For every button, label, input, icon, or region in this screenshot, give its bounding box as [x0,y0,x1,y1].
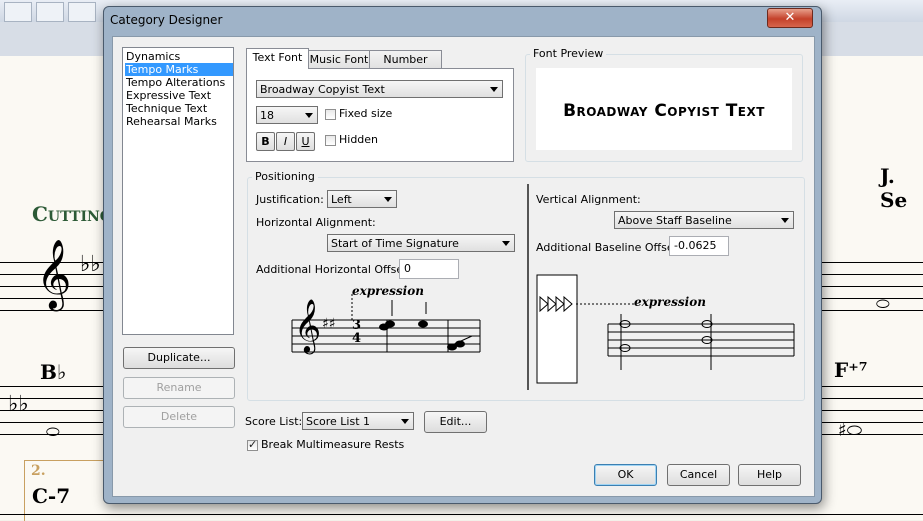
staff-line [822,298,923,299]
expression-example-text: expression [352,284,424,298]
horizontal-alignment-value: Start of Time Signature [331,237,459,250]
chevron-down-icon [401,419,409,424]
score-list-label: Score List: [245,415,303,428]
category-item-tempo-alterations[interactable]: Tempo Alterations [125,76,225,89]
score-composer: J. Se [880,164,908,212]
dialog-titlebar[interactable]: Category Designer ✕ [104,7,821,33]
score-title: Cutting [32,202,112,226]
chord-symbol: F⁺⁷ [834,358,868,382]
time-signature: 3 4 [352,319,361,345]
font-preview-box: Broadway Copyist Text [536,68,792,150]
tab-music-font[interactable]: Music Font [308,50,370,69]
chevron-down-icon [781,218,789,223]
staff-line [822,310,923,311]
chevron-down-icon [490,87,498,92]
category-item-expressive-text[interactable]: Expressive Text [125,89,211,102]
staff-line [822,398,923,399]
category-item-rehearsal-marks[interactable]: Rehearsal Marks [125,115,217,128]
font-name-value: Broadway Copyist Text [260,83,385,96]
hidden-label: Hidden [339,133,379,146]
italic-button[interactable]: I [276,132,295,151]
positioning-label: Positioning [252,170,318,183]
vertical-alignment-value: Above Staff Baseline [618,214,732,227]
duplicate-button[interactable]: Duplicate... [123,347,235,369]
staff-line [822,286,923,287]
ok-button[interactable]: OK [594,464,657,486]
score-list-edit-button[interactable]: Edit... [424,411,487,433]
horizontal-alignment-label: Horizontal Alignment: [256,216,376,229]
dialog-title: Category Designer [110,13,223,27]
vertical-alignment-label: Vertical Alignment: [536,193,641,206]
vertical-example-staff [536,274,795,384]
treble-clef-icon: 𝄞 [36,239,72,309]
rename-button[interactable]: Rename [123,377,235,399]
horizontal-alignment-select[interactable]: Start of Time Signature [327,234,515,252]
vertical-alignment-select[interactable]: Above Staff Baseline [614,211,794,229]
whole-note-icon: ⬭ [46,422,60,441]
positioning-group: Positioning Justification: Left Horizont… [247,170,805,401]
horizontal-offset-input[interactable]: 0 [399,259,459,279]
tab-text-font[interactable]: Text Font [246,48,309,69]
staff-line [0,386,103,387]
text-font-pane: Broadway Copyist Text 18 Fixed size B I … [246,68,514,162]
scissors-icon[interactable] [36,2,64,22]
staff-line [822,274,923,275]
fixed-size-checkbox[interactable] [325,109,336,120]
font-size-value: 18 [260,109,274,122]
flat-icon: ♭♭ [80,252,101,277]
category-designer-dialog: Category Designer ✕ Dynamics Tempo Marks… [103,6,822,504]
baseline-offset-label: Additional Baseline Offset: [536,241,682,254]
rehearsal-number: 2. [31,463,46,479]
time-signature-bottom: 4 [352,331,362,346]
break-multimeasure-rests-label: Break Multimeasure Rests [261,438,405,451]
category-item-technique-text[interactable]: Technique Text [125,102,207,115]
category-item-tempo-marks[interactable]: Tempo Marks [125,63,233,76]
cancel-button[interactable]: Cancel [667,464,730,486]
font-preview-text: Broadway Copyist Text [563,101,765,121]
break-multimeasure-rests-checkbox[interactable] [247,438,258,451]
sharp-icon: ♯♯ [322,316,336,332]
chord-symbol: B♭ [40,360,67,384]
flat-icon: ♭♭ [8,392,29,417]
staff-line [822,386,923,387]
font-name-select[interactable]: Broadway Copyist Text [256,80,503,98]
justification-label: Justification: [256,193,324,206]
bold-button[interactable]: B [256,132,275,151]
staff-line [822,410,923,411]
score-list-select[interactable]: Score List 1 [302,412,414,430]
horizontal-offset-label: Additional Horizontal Offset: [256,263,412,276]
chevron-down-icon [502,241,510,246]
whole-note-icon: ⬭ [876,294,890,313]
tab-number-font[interactable]: Number Font [369,50,442,84]
sharp-note-icon: ♯⬭ [838,420,863,441]
expression-example-text-right: expression [634,295,706,309]
close-button[interactable]: ✕ [767,8,813,28]
font-tabs: Text Font Music Font Number Font Broadwa… [246,48,514,162]
baseline-offset-input[interactable]: -0.0625 [669,236,729,256]
toolbar-button[interactable] [4,2,32,22]
dialog-client: Dynamics Tempo Marks Tempo Alterations E… [112,36,815,497]
justification-value: Left [331,193,352,206]
font-size-select[interactable]: 18 [256,106,318,124]
font-preview-label: Font Preview [530,47,607,60]
treble-clef-icon: 𝄞 [294,298,322,352]
staff-line [0,310,103,311]
toolbar-button[interactable] [68,2,96,22]
category-item-dynamics[interactable]: Dynamics [125,50,180,63]
justification-select[interactable]: Left [327,190,397,208]
hidden-checkbox[interactable] [325,135,336,146]
staff-line [822,262,923,263]
underline-button[interactable]: U [296,132,315,151]
delete-button[interactable]: Delete [123,406,235,428]
fixed-size-label: Fixed size [339,107,393,120]
help-button[interactable]: Help [738,464,801,486]
rehearsal-box: 2. [24,460,105,521]
chevron-down-icon [384,197,392,202]
font-preview-group: Font Preview Broadway Copyist Text [525,47,803,162]
staff-line [0,514,923,515]
score-list-value: Score List 1 [306,415,371,428]
positioning-divider [527,184,529,390]
chevron-down-icon [305,113,313,118]
category-list[interactable]: Dynamics Tempo Marks Tempo Alterations E… [122,47,234,335]
